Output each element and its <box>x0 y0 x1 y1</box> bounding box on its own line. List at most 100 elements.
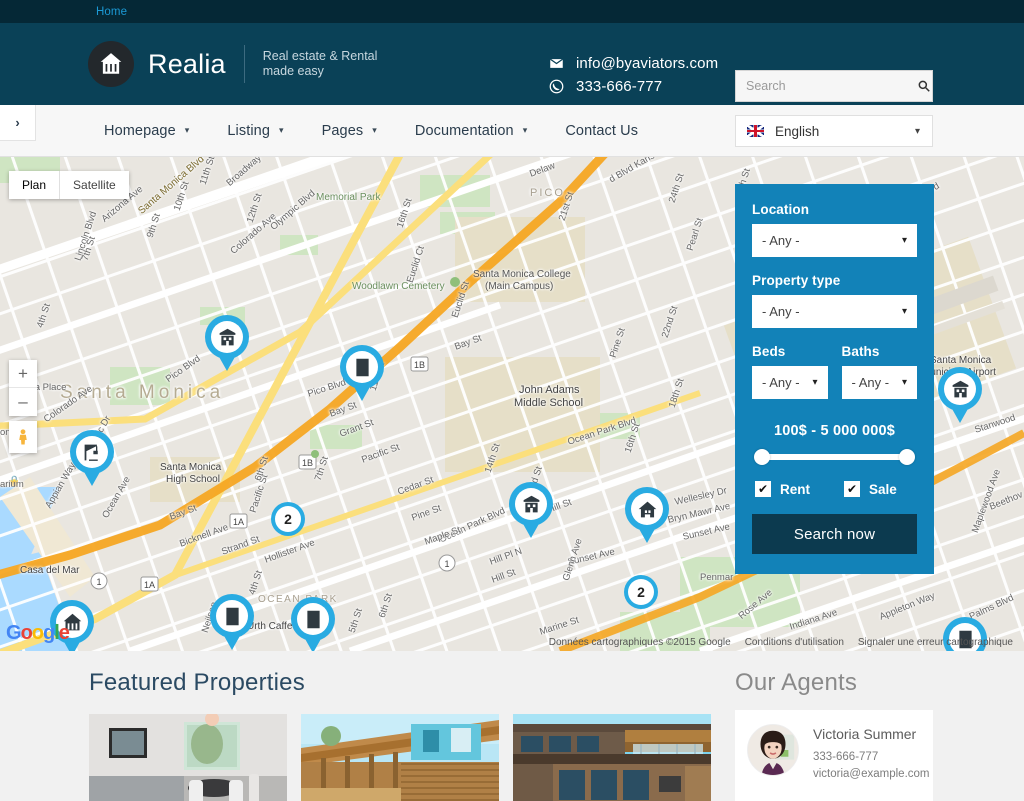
marker-tail <box>223 634 241 650</box>
property-search-panel: Location - Any - ▾ Property type - Any -… <box>735 184 934 574</box>
search-icon <box>918 80 930 92</box>
contact-phone-row[interactable]: 333-666-777 <box>546 78 718 95</box>
school-icon <box>211 321 243 353</box>
tagline-line-1: Real estate & Rental <box>262 49 378 63</box>
map-marker-property[interactable] <box>205 315 249 371</box>
property-map[interactable]: 1B 1B 1A 1A 1 1 🍴 ✈ 🔒 Santa MonicaPICOOC… <box>0 157 1024 651</box>
agent-name: Victoria Summer <box>813 726 917 742</box>
chevron-down-icon: ▾ <box>279 125 284 135</box>
slider-knob-min[interactable] <box>754 449 770 465</box>
realia-house-icon <box>88 41 134 87</box>
slider-knob-max[interactable] <box>899 449 915 465</box>
property-card[interactable] <box>513 714 711 801</box>
bottom-section: Featured Properties Our Agents Victoria … <box>0 651 1024 801</box>
language-selector[interactable]: English ▾ <box>735 115 933 147</box>
contact-email: info@byaviators.com <box>576 55 719 72</box>
location-value: - Any - <box>762 233 800 248</box>
map-marker-property[interactable] <box>291 597 335 651</box>
map-data-credit: Données cartographiques ©2015 Google <box>548 637 731 648</box>
marker-pin <box>205 315 249 359</box>
agent-email: victoria@example.com <box>813 768 930 780</box>
crane-icon <box>76 436 108 468</box>
property-type-select[interactable]: - Any - ▾ <box>752 295 917 328</box>
header-search-box[interactable] <box>735 70 933 102</box>
rent-checkbox[interactable]: ✔ Rent <box>755 481 810 497</box>
property-photo-contemporary-home <box>513 714 711 801</box>
brand-divider <box>243 45 245 83</box>
agent-card[interactable]: Victoria Summer 333-666-777 victoria@exa… <box>735 710 933 801</box>
price-range-label: 100$ - 5 000 000$ <box>773 423 896 439</box>
map-type-plan[interactable]: Plan <box>9 171 59 199</box>
google-logo: Google <box>6 622 70 644</box>
envelope-icon <box>546 56 566 71</box>
map-marker-cluster[interactable]: 2 <box>624 575 658 609</box>
map-terms-link[interactable]: Conditions d'utilisation <box>738 637 851 648</box>
topbar-home-link[interactable]: Home <box>96 6 127 18</box>
map-marker-cluster[interactable]: 2 <box>271 502 305 536</box>
map-marker-property[interactable] <box>938 367 982 423</box>
property-card[interactable] <box>301 714 499 801</box>
price-range-slider[interactable] <box>754 449 915 465</box>
contact-phone: 333-666-777 <box>576 78 663 95</box>
zoom-out-button[interactable]: – <box>9 388 37 416</box>
map-marker-property[interactable] <box>340 345 384 401</box>
featured-properties-title: Featured Properties <box>89 669 305 696</box>
avatar <box>747 724 799 776</box>
marker-tail <box>353 385 371 401</box>
school-icon <box>515 488 547 520</box>
property-photo-modern-house <box>301 714 499 801</box>
main-navigation: › Homepage ▾ Listing ▾ Pages ▾ Documenta… <box>0 105 1024 157</box>
location-select[interactable]: - Any - ▾ <box>752 224 917 257</box>
map-report-error-link[interactable]: Signaler une erreur cartographique <box>851 637 1020 648</box>
baths-value: - Any - <box>851 375 890 390</box>
building-icon <box>297 603 329 635</box>
map-marker-property[interactable] <box>509 482 553 538</box>
language-label: English <box>775 123 820 139</box>
map-marker-property[interactable] <box>625 487 669 543</box>
sale-label: Sale <box>869 481 897 497</box>
map-type-control[interactable]: Plan Satellite <box>9 171 129 199</box>
brand-logo[interactable]: Realia Real estate & Rental made easy <box>88 41 377 87</box>
marker-tail <box>83 470 101 486</box>
nav-item-contact-us[interactable]: Contact Us <box>565 123 638 139</box>
map-type-satellite[interactable]: Satellite <box>59 171 129 199</box>
search-now-button[interactable]: Search now <box>752 514 917 554</box>
uk-flag-icon <box>747 125 764 137</box>
beds-select[interactable]: - Any - ▾ <box>752 366 828 399</box>
chevron-down-icon: ▾ <box>914 125 920 137</box>
site-header: Realia Real estate & Rental made easy in… <box>0 23 1024 105</box>
property-card[interactable] <box>89 714 287 801</box>
sidebar-toggle-button[interactable]: › <box>0 105 36 141</box>
zoom-in-button[interactable]: + <box>9 360 37 388</box>
sale-checkbox-mark: ✔ <box>844 481 860 497</box>
baths-select[interactable]: - Any - ▾ <box>841 366 917 399</box>
search-submit-button[interactable] <box>915 71 932 101</box>
nav-item-pages[interactable]: Pages ▾ <box>322 123 377 139</box>
nav-item-homepage[interactable]: Homepage ▾ <box>104 123 189 139</box>
brand-name: Realia <box>148 48 226 79</box>
header-contact-info: info@byaviators.com 333-666-777 <box>546 55 718 101</box>
nav-label-pages: Pages <box>321 122 364 139</box>
building-icon <box>346 351 378 383</box>
chevron-down-icon: ▾ <box>901 377 907 388</box>
beds-group: Beds - Any - ▾ <box>752 344 828 399</box>
nav-item-documentation[interactable]: Documentation ▾ <box>415 123 527 139</box>
map-marker-property[interactable] <box>70 430 114 486</box>
slider-track <box>761 454 908 460</box>
chevron-down-icon: ▾ <box>372 125 377 135</box>
top-bar: Home <box>0 0 1024 23</box>
property-type-label: Property type <box>752 273 841 288</box>
map-zoom-control[interactable]: + – <box>9 360 37 416</box>
brand-tagline: Real estate & Rental made easy <box>263 49 378 79</box>
street-view-pegman[interactable] <box>9 421 37 453</box>
marker-pin <box>625 487 669 531</box>
marker-pin <box>509 482 553 526</box>
baths-group: Baths - Any - ▾ <box>841 344 917 399</box>
contact-email-row[interactable]: info@byaviators.com <box>546 55 718 72</box>
map-marker-property[interactable] <box>210 594 254 650</box>
search-input[interactable] <box>736 79 915 93</box>
sale-checkbox[interactable]: ✔ Sale <box>844 481 897 497</box>
rent-checkbox-mark: ✔ <box>755 481 771 497</box>
marker-pin: 2 <box>624 575 658 609</box>
nav-item-listing[interactable]: Listing ▾ <box>227 123 283 139</box>
